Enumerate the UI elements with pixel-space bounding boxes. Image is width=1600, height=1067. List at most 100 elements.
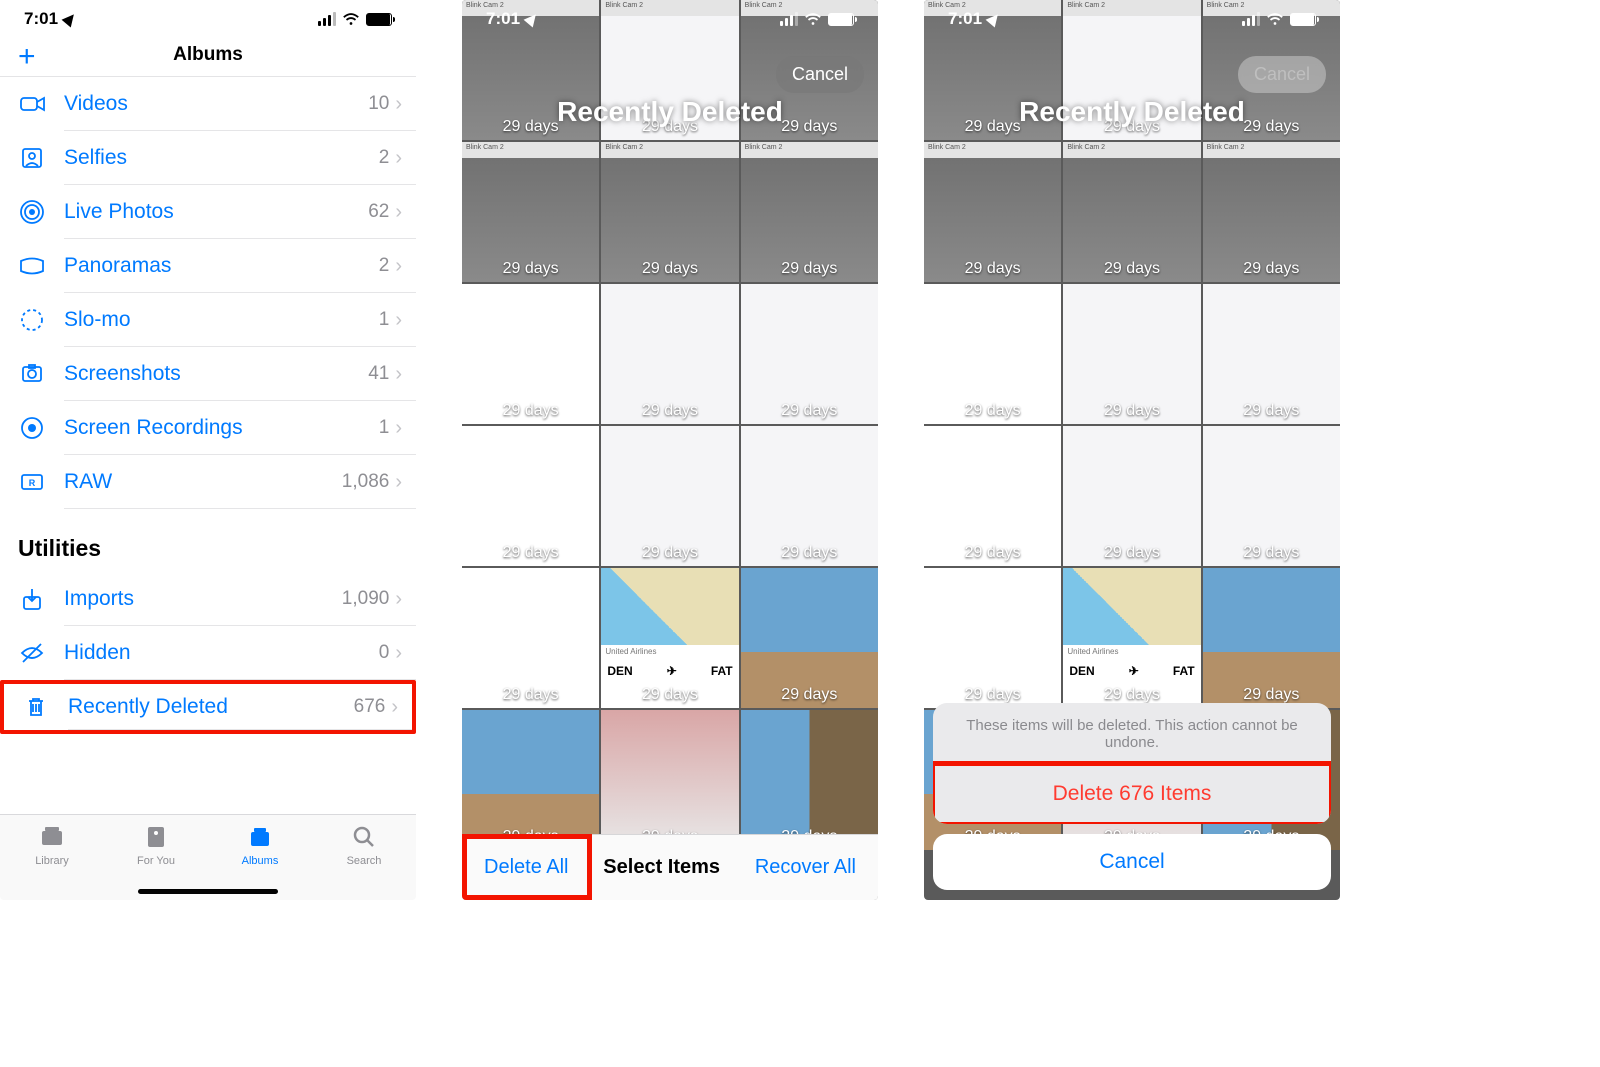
thumb-header: Blink Cam 2	[741, 142, 878, 158]
battery-icon	[366, 13, 392, 26]
cancel-button[interactable]: Cancel	[776, 56, 864, 93]
row-label: Videos	[64, 92, 368, 116]
pano-icon	[18, 252, 64, 280]
row-videos[interactable]: Videos10›	[0, 77, 416, 131]
selfie-icon	[18, 144, 64, 172]
sheet-cancel-button[interactable]: Cancel	[933, 834, 1331, 890]
days-remaining: 29 days	[462, 686, 599, 704]
days-remaining: 29 days	[462, 402, 599, 420]
screenrec-icon	[18, 414, 64, 442]
thumbnail[interactable]: 29 days	[601, 710, 738, 850]
row-imports[interactable]: Imports1,090›	[0, 572, 416, 626]
tab-label: For You	[104, 855, 208, 867]
thumbnail[interactable]: 29 days	[924, 568, 1061, 708]
row-count: 1,086	[342, 471, 390, 493]
thumbnail[interactable]: 29 days	[601, 284, 738, 424]
thumbnail[interactable]: United AirlinesDEN✈FAT29 days	[601, 568, 738, 708]
days-remaining: 29 days	[1063, 686, 1200, 704]
row-selfies[interactable]: Selfies2›	[0, 131, 416, 185]
add-button[interactable]: +	[18, 40, 36, 74]
bottom-toolbar: Delete All Select Items Recover All	[462, 834, 878, 900]
tab-search[interactable]: Search	[312, 821, 416, 900]
wifi-icon	[804, 12, 822, 26]
page-title: Recently Deleted	[924, 96, 1340, 128]
delete-all-button[interactable]: Delete All	[484, 856, 569, 879]
location-icon	[986, 11, 1003, 28]
row-screenshots[interactable]: Screenshots41›	[0, 347, 416, 401]
status-bar: 7:01	[462, 0, 878, 38]
thumbnail[interactable]: Blink Cam 229 days	[601, 142, 738, 282]
delete-items-button[interactable]: Delete 676 Items	[935, 766, 1329, 822]
live-icon	[18, 198, 64, 226]
days-remaining: 29 days	[601, 402, 738, 420]
battery-icon	[828, 13, 854, 26]
row-hidden[interactable]: Hidden0›	[0, 626, 416, 680]
days-remaining: 29 days	[924, 260, 1061, 278]
thumbnail[interactable]: 29 days	[1063, 284, 1200, 424]
tab-library[interactable]: Library	[0, 821, 104, 900]
row-raw[interactable]: RRAW1,086›	[0, 455, 416, 509]
thumbnail[interactable]: 29 days	[1203, 426, 1340, 566]
thumbnail[interactable]: 29 days	[741, 284, 878, 424]
page-title: Albums	[173, 44, 243, 66]
hidden-icon	[18, 639, 64, 667]
thumbnail[interactable]: United AirlinesDEN✈FAT29 days	[1063, 568, 1200, 708]
row-live-photos[interactable]: Live Photos62›	[0, 185, 416, 239]
row-slo-mo[interactable]: Slo-mo1›	[0, 293, 416, 347]
days-remaining: 29 days	[601, 686, 738, 704]
row-label: Live Photos	[64, 200, 368, 224]
imports-icon	[18, 585, 64, 613]
chevron-right-icon: ›	[395, 363, 402, 386]
thumbnail[interactable]: 29 days	[462, 710, 599, 850]
thumbnail[interactable]: 29 days	[462, 284, 599, 424]
thumbnail[interactable]: 29 days	[601, 426, 738, 566]
utilities-list: Imports1,090›Hidden0›Recently Deleted676…	[0, 572, 416, 734]
thumbnail[interactable]: Blink Cam 229 days	[1203, 142, 1340, 282]
row-count: 10	[368, 93, 389, 115]
utilities-header: Utilities	[0, 509, 416, 572]
photo-grid: Blink Cam 229 daysBlink Cam 229 daysBlin…	[462, 0, 878, 900]
row-count: 1,090	[342, 588, 390, 610]
action-sheet: These items will be deleted. This action…	[933, 703, 1331, 890]
thumbnail[interactable]: 29 days	[741, 710, 878, 850]
thumbnail[interactable]: 29 days	[462, 568, 599, 708]
tab-label: Library	[0, 855, 104, 867]
nav-bar: + Albums	[0, 38, 416, 76]
days-remaining: 29 days	[741, 260, 878, 278]
thumbnail[interactable]: 29 days	[741, 426, 878, 566]
row-panoramas[interactable]: Panoramas2›	[0, 239, 416, 293]
thumbnail[interactable]: 29 days	[924, 284, 1061, 424]
thumbnail[interactable]: 29 days	[462, 426, 599, 566]
days-remaining: 29 days	[924, 402, 1061, 420]
thumbnail[interactable]: Blink Cam 229 days	[1063, 142, 1200, 282]
row-count: 1	[379, 417, 390, 439]
row-screen-recordings[interactable]: Screen Recordings1›	[0, 401, 416, 455]
cancel-button[interactable]: Cancel	[1238, 56, 1326, 93]
screenshot-delete-confirm: Blink Cam 229 daysBlink Cam 229 daysBlin…	[924, 0, 1340, 900]
days-remaining: 29 days	[741, 402, 878, 420]
select-items-button[interactable]: Select Items	[603, 856, 720, 879]
row-recently-deleted[interactable]: Recently Deleted676›	[0, 680, 416, 734]
thumbnail[interactable]: 29 days	[1063, 426, 1200, 566]
thumbnail[interactable]: Blink Cam 2 29 days	[741, 142, 878, 282]
days-remaining: 29 days	[1063, 260, 1200, 278]
wifi-icon	[1266, 12, 1284, 26]
thumbnail[interactable]: Blink Cam 229 days	[924, 142, 1061, 282]
thumbnail[interactable]: 29 days	[924, 426, 1061, 566]
thumbnail[interactable]: Blink Cam 229 days	[462, 142, 599, 282]
chevron-right-icon: ›	[395, 255, 402, 278]
recover-all-button[interactable]: Recover All	[755, 856, 856, 879]
days-remaining: 29 days	[1203, 260, 1340, 278]
row-label: Slo-mo	[64, 308, 379, 332]
chevron-right-icon: ›	[395, 588, 402, 611]
thumbnail[interactable]: 29 days	[741, 568, 878, 708]
chevron-right-icon: ›	[391, 696, 398, 719]
days-remaining: 29 days	[1203, 544, 1340, 562]
thumbnail[interactable]: 29 days	[1203, 284, 1340, 424]
thumbnail[interactable]: 29 days	[1203, 568, 1340, 708]
location-icon	[62, 11, 79, 28]
row-count: 41	[368, 363, 389, 385]
status-time: 7:01	[486, 9, 520, 29]
chevron-right-icon: ›	[395, 417, 402, 440]
chevron-right-icon: ›	[395, 309, 402, 332]
